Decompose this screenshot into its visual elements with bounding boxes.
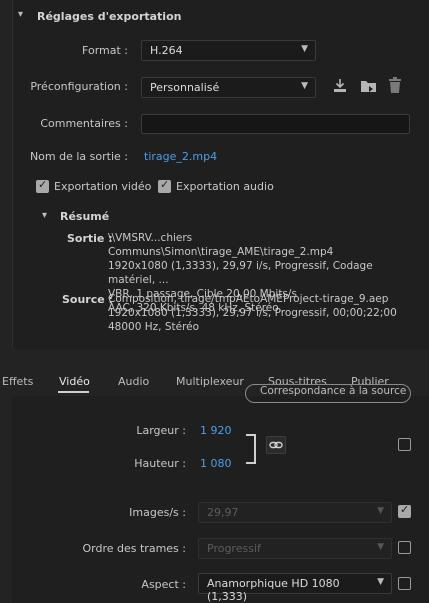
fps-value: 29,97 [207, 506, 239, 519]
chevron-down-icon: ▼ [301, 44, 308, 54]
summary-source-line: Composition, tirage/tmpAEtoAMEProject-ti… [108, 293, 389, 305]
import-preset-icon[interactable] [332, 78, 348, 98]
field-order-dropdown[interactable]: Progressif ▼ [198, 538, 392, 559]
comments-field[interactable] [141, 114, 410, 134]
link-icon[interactable] [266, 436, 286, 454]
size-override-checkbox[interactable] [398, 438, 411, 451]
chevron-down-icon: ▼ [301, 81, 308, 91]
comments-label: Commentaires : [40, 117, 128, 130]
tab-video[interactable]: Vidéo [59, 375, 90, 388]
preset-value: Personnalisé [150, 81, 220, 94]
aspect-checkbox[interactable] [398, 577, 411, 590]
save-preset-icon[interactable] [360, 78, 378, 98]
export-video-checkbox[interactable] [36, 178, 49, 193]
collapse-chevron-icon[interactable]: ▾ [18, 9, 23, 20]
aspect-label: Aspect : [141, 578, 186, 591]
summary-output-line: \\VMSRV...chiers Communs\Simon\tirage_AM… [108, 232, 334, 258]
tab-effects[interactable]: Effets [2, 375, 33, 388]
summary-output-label: Sortie : [67, 232, 113, 245]
format-value: H.264 [150, 44, 183, 57]
field-order-value: Progressif [207, 542, 261, 555]
summary-chevron-icon[interactable]: ▾ [42, 210, 47, 221]
width-label: Largeur : [136, 424, 186, 437]
delete-preset-icon[interactable] [388, 77, 402, 98]
field-order-checkbox[interactable] [398, 541, 411, 554]
output-name-link[interactable]: tirage_2.mp4 [144, 150, 217, 163]
fps-label: Images/s : [129, 506, 186, 519]
summary-source-text: Composition, tirage/tmpAEtoAMEProject-ti… [108, 292, 418, 334]
tab-multiplexer[interactable]: Multiplexeur [176, 375, 244, 388]
field-order-label: Ordre des trames : [82, 542, 187, 555]
export-audio-checkbox[interactable] [158, 178, 171, 193]
tab-audio[interactable]: Audio [118, 375, 149, 388]
fps-checkbox[interactable] [398, 503, 411, 518]
preset-label: Préconfiguration : [30, 80, 128, 93]
export-video-label: Exportation vidéo [54, 180, 152, 193]
summary-source-line: 48000 Hz, Stéréo [108, 321, 200, 333]
height-value[interactable]: 1 080 [200, 457, 232, 470]
summary-source-label: Source : [62, 293, 113, 306]
export-settings-title: Réglages d'exportation [37, 10, 182, 23]
active-tab-indicator [58, 391, 89, 393]
export-audio-label: Exportation audio [176, 180, 274, 193]
fps-dropdown[interactable]: 29,97 ▼ [198, 502, 392, 523]
summary-output-line: 1920x1080 (1,3333), 29,97 i/s, Progressi… [108, 260, 373, 286]
summary-title: Résumé [60, 210, 110, 223]
aspect-dropdown[interactable]: Anamorphique HD 1080 (1,333) ▼ [198, 573, 392, 603]
height-label: Hauteur : [134, 457, 186, 470]
summary-source-line: 1920x1080 (1,3333), 29,97 i/s, Progressi… [108, 307, 397, 319]
output-name-label: Nom de la sortie : [29, 150, 128, 163]
chevron-down-icon: ▼ [377, 577, 384, 587]
format-dropdown[interactable]: H.264 ▼ [141, 40, 316, 61]
preset-dropdown[interactable]: Personnalisé ▼ [141, 77, 316, 98]
dimension-link-bracket [246, 434, 256, 464]
chevron-down-icon: ▼ [377, 542, 384, 552]
match-source-button[interactable]: Correspondance à la source [245, 384, 411, 403]
match-source-label: Correspondance à la source [260, 385, 407, 397]
chevron-down-icon: ▼ [377, 506, 384, 516]
width-value[interactable]: 1 920 [200, 424, 232, 437]
format-label: Format : [82, 44, 128, 57]
